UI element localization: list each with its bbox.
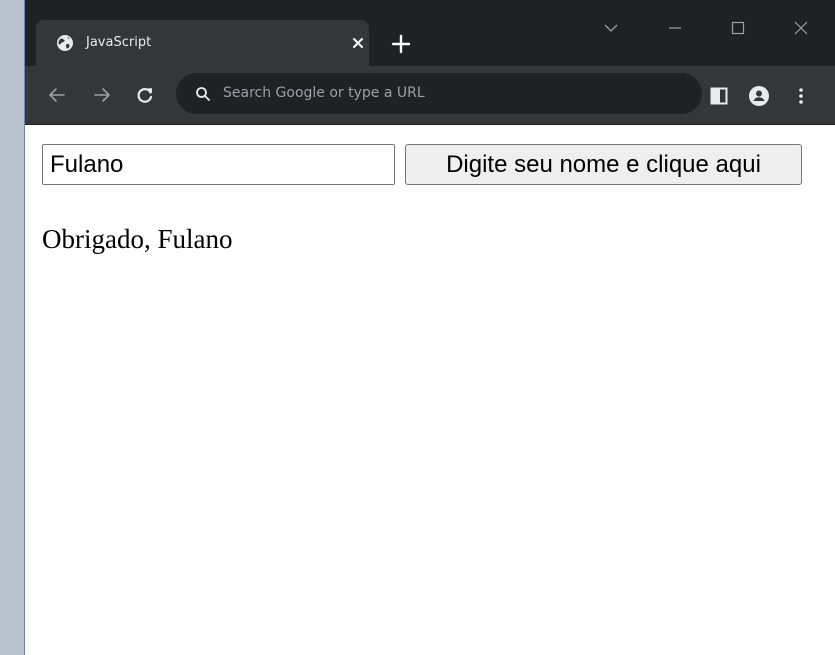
tab-title: JavaScript: [86, 35, 152, 50]
kebab-menu-icon[interactable]: [790, 85, 812, 107]
search-icon: [194, 85, 212, 103]
tab-strip: JavaScript: [25, 0, 835, 66]
forward-arrow-icon[interactable]: [92, 85, 112, 105]
globe-icon: [56, 34, 74, 52]
tab-close-icon[interactable]: [349, 34, 367, 52]
plus-icon[interactable]: [389, 32, 413, 56]
minimize-icon[interactable]: [665, 18, 685, 38]
profile-icon[interactable]: [748, 85, 770, 107]
back-arrow-icon[interactable]: [47, 85, 67, 105]
side-panel-icon[interactable]: [708, 85, 730, 107]
page-content: Digite seu nome e clique aqui Obrigado, …: [25, 125, 835, 655]
tab-javascript[interactable]: JavaScript: [36, 20, 369, 66]
submit-name-button[interactable]: Digite seu nome e clique aqui: [405, 144, 802, 185]
browser-window: JavaScript Search Google or type a URL F…: [24, 0, 835, 655]
browser-toolbar: Search Google or type a URL: [25, 66, 835, 125]
chevron-down-icon[interactable]: [601, 18, 621, 38]
close-icon[interactable]: [791, 18, 811, 38]
thanks-message: Obrigado, Fulano: [42, 224, 233, 254]
omnibox-placeholder: Search Google or type a URL: [223, 85, 425, 101]
maximize-icon[interactable]: [728, 18, 748, 38]
omnibox[interactable]: Search Google or type a URL: [176, 73, 702, 114]
desktop-background: [0, 0, 24, 655]
reload-icon[interactable]: [135, 85, 155, 105]
name-input[interactable]: [42, 144, 395, 185]
